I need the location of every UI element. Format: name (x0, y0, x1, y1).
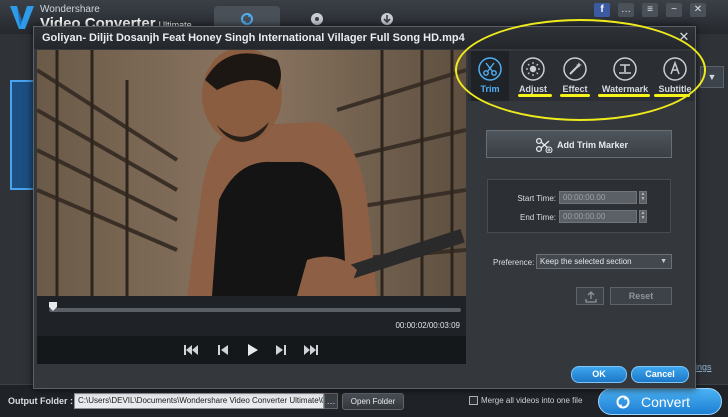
screen: Wondershare Video Converter Ultimate f … … (0, 0, 728, 417)
start-time-stepper[interactable]: ▲ ▼ (639, 191, 647, 204)
download-icon (381, 13, 393, 25)
skip-start-icon[interactable] (183, 343, 199, 357)
merge-label: Merge all videos into one file (481, 396, 583, 405)
preference-select[interactable]: Keep the selected section ▼ (536, 254, 672, 269)
close-app-icon[interactable]: ✕ (690, 3, 706, 17)
end-time-label: End Time: (519, 213, 556, 222)
start-time-label: Start Time: (517, 194, 556, 203)
reset-button[interactable]: Reset (610, 287, 672, 305)
browse-button[interactable]: … (324, 393, 338, 409)
annotation-ellipse (455, 19, 706, 121)
output-folder-path[interactable]: C:\Users\DEVIL\Documents\Wondershare Vid… (74, 393, 324, 409)
scissors-icon (535, 137, 553, 153)
export-icon (585, 291, 597, 303)
menu-icon[interactable]: ≡ (642, 3, 658, 17)
preference-label: Preference: (493, 258, 535, 267)
preference-value: Keep the selected section (540, 257, 632, 266)
burn-disc-icon (311, 13, 323, 25)
video-frame (37, 50, 466, 296)
video-preview[interactable] (37, 50, 466, 296)
add-trim-marker-label: Add Trim Marker (557, 140, 629, 150)
start-time-field[interactable]: 00:00:00.00 (559, 191, 637, 204)
facebook-icon[interactable]: f (594, 3, 610, 17)
previous-frame-icon[interactable] (215, 343, 231, 357)
merge-checkbox[interactable] (469, 396, 478, 405)
cancel-button[interactable]: Cancel (631, 366, 689, 383)
trim-time-panel: Start Time: 00:00:00.00 ▲ ▼ End Time: 00:… (487, 179, 671, 233)
convert-icon (241, 13, 253, 25)
ok-button[interactable]: OK (571, 366, 627, 383)
play-icon[interactable] (244, 343, 260, 357)
playback-time: 00:00:02/00:03:09 (395, 321, 460, 330)
convert-icon (616, 395, 630, 409)
convert-label: Convert (641, 394, 691, 410)
minimize-icon[interactable]: − (666, 3, 682, 17)
dialog-title: Goliyan- Diljit Dosanjh Feat Honey Singh… (42, 32, 465, 44)
convert-button[interactable]: Convert (598, 388, 722, 415)
add-trim-marker-button[interactable]: Add Trim Marker (486, 130, 672, 158)
skip-end-icon[interactable] (303, 343, 319, 357)
open-folder-button[interactable]: Open Folder (342, 393, 404, 410)
end-time-stepper[interactable]: ▲ ▼ (639, 210, 647, 223)
chevron-down-icon: ▼ (660, 258, 667, 265)
app-logo-icon (10, 6, 34, 29)
seek-track[interactable] (49, 308, 461, 312)
next-frame-icon[interactable] (273, 343, 289, 357)
playback-controls (37, 336, 466, 364)
brand-small: Wondershare (40, 4, 100, 15)
seek-thumb[interactable] (49, 302, 58, 311)
feedback-icon[interactable]: … (618, 3, 634, 17)
export-button[interactable] (576, 287, 604, 305)
output-folder-label: Output Folder : (8, 396, 73, 406)
end-time-field[interactable]: 00:00:00.00 (559, 210, 637, 223)
